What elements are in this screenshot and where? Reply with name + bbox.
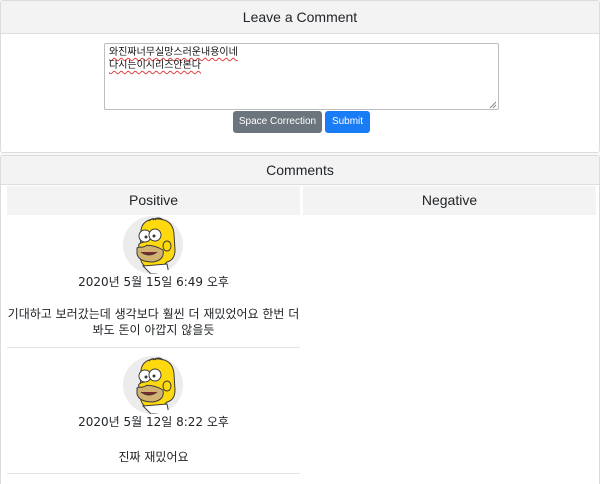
comment-item: 2020년 5월 15일 6:49 오후 기대하고 보러갔는데 생각보다 훨씬 … xyxy=(7,216,300,348)
comment-text: 진짜 재밌어요 xyxy=(118,450,189,464)
space-correction-button[interactable]: Space Correction xyxy=(233,111,322,133)
comment-item: 2020년 5월 12일 8:22 오후 진짜 재밌어요 xyxy=(7,356,300,474)
comments-header: Comments xyxy=(1,156,599,185)
homer-simpson-avatar-icon xyxy=(123,216,183,274)
negative-column-header: Negative xyxy=(303,186,596,215)
comment-date: 2020년 5월 12일 8:22 오후 xyxy=(78,415,229,429)
comments-card: Comments Positive Negative 2020년 5월 15일 … xyxy=(0,155,600,484)
comment-form-card: Leave a Comment 와진짜너무실망스러운내용이네 다시는이시리즈안본… xyxy=(0,0,600,153)
comment-textarea-line: 와진짜너무실망스러운내용이네 xyxy=(109,47,238,58)
comment-date: 2020년 5월 15일 6:49 오후 xyxy=(78,275,229,289)
comment-textarea-line: 다시는이시리즈안본다 xyxy=(109,60,201,71)
comment-textarea[interactable]: 와진짜너무실망스러운내용이네 다시는이시리즈안본다 xyxy=(104,43,499,110)
positive-column-header: Positive xyxy=(7,186,300,215)
comment-text: 기대하고 보러갔는데 생각보다 훨씬 더 재밌었어요 한번 더 봐도 돈이 아깝… xyxy=(7,307,300,337)
homer-simpson-avatar-icon xyxy=(123,356,183,414)
resize-handle-icon[interactable] xyxy=(489,100,497,109)
submit-button[interactable]: Submit xyxy=(325,111,370,133)
comment-form-header: Leave a Comment xyxy=(1,1,599,34)
